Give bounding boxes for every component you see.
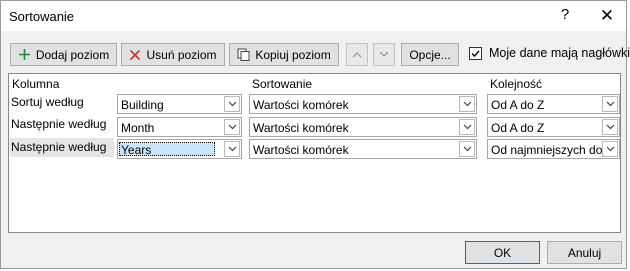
chevron-down-icon[interactable] [602,96,618,112]
order-select[interactable]: Od A do Z [487,94,620,114]
close-icon[interactable]: ✕ [595,6,619,26]
sort-on-select-value: Wartości komórek [253,143,349,157]
chevron-down-icon[interactable] [459,96,475,112]
add-level-button[interactable]: Dodaj poziom [10,43,117,66]
column-select[interactable]: Years [117,139,242,159]
column-select-value: Building [121,98,164,112]
sort-on-select[interactable]: Wartości komórek [249,94,477,114]
chevron-down-icon[interactable] [224,96,240,112]
sort-on-select[interactable]: Wartości komórek [249,117,477,137]
copy-level-label: Kopiuj poziom [255,47,331,62]
add-level-label: Dodaj poziom [35,47,110,62]
column-select[interactable]: Building [117,94,242,114]
options-button[interactable]: Opcje... [401,43,459,66]
column-header-sort-on: Sortowanie [252,77,313,91]
row-label: Następnie według [11,117,107,131]
help-icon[interactable]: ? [554,6,576,26]
sort-dialog: Sortowanie ? ✕ Dodaj poziom Usuń poziom … [0,0,630,269]
order-select[interactable]: Od najmniejszych do [487,139,620,159]
chevron-down-icon[interactable] [224,119,240,135]
order-select-value: Od A do Z [491,98,545,112]
headers-checkbox-label: Moje dane mają nagłówki [489,46,630,60]
headers-checkbox[interactable] [469,47,482,60]
arrow-up-icon [352,52,362,58]
cancel-button[interactable]: Anuluj [547,241,622,264]
title-bar: Sortowanie ? ✕ [1,1,626,31]
ok-button[interactable]: OK [465,241,540,264]
column-select-value: Month [121,121,155,135]
move-down-button[interactable] [373,43,395,66]
chevron-down-icon[interactable] [602,141,618,157]
delete-level-label: Usuń poziom [146,47,217,62]
sort-on-select-value: Wartości komórek [253,121,349,135]
row-label: Sortuj według [11,95,84,109]
checkmark-icon [471,50,480,58]
chevron-down-icon[interactable] [602,119,618,135]
column-select[interactable]: Month [117,117,242,137]
dialog-title: Sortowanie [9,9,75,24]
column-select-value: Years [121,143,152,157]
sort-on-select[interactable]: Wartości komórek [249,139,477,159]
order-select-value: Od A do Z [491,121,545,135]
arrow-down-icon [379,51,389,57]
delete-level-button[interactable]: Usuń poziom [121,43,225,66]
copy-icon [237,48,250,61]
chevron-down-icon[interactable] [459,119,475,135]
copy-level-button[interactable]: Kopiuj poziom [229,43,339,66]
row-label: Następnie według [11,140,107,154]
sort-on-select-value: Wartości komórek [253,98,349,112]
order-select-value: Od najmniejszych do [491,143,603,157]
column-header-order: Kolejność [490,77,543,91]
chevron-down-icon[interactable] [459,141,475,157]
chevron-down-icon[interactable] [224,141,240,157]
cancel-label: Anuluj [567,245,602,260]
column-header-column: Kolumna [12,77,60,91]
sort-levels-grid: Kolumna Sortowanie Kolejność Sortuj wedł… [8,73,621,233]
options-label: Opcje... [409,47,451,62]
ok-label: OK [493,245,512,260]
move-up-button[interactable] [346,43,368,66]
plus-icon [18,48,31,61]
order-select[interactable]: Od A do Z [487,117,620,137]
x-icon [129,49,141,61]
